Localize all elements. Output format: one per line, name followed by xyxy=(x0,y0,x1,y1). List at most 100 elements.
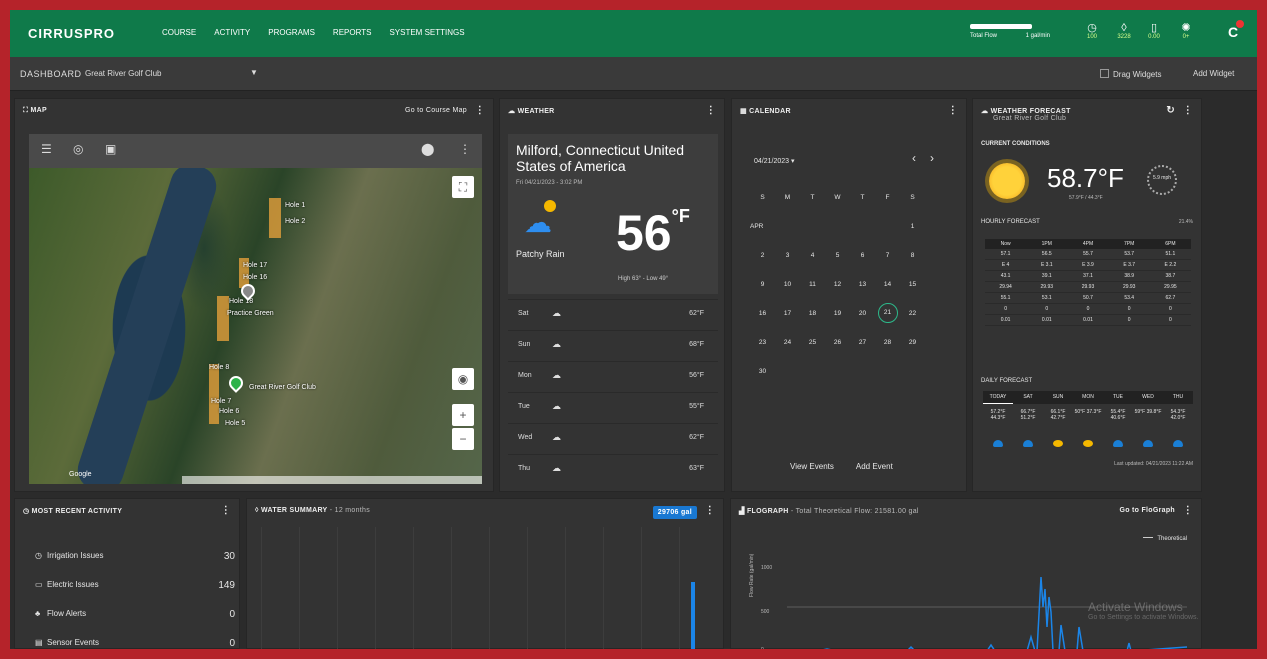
filter-icon[interactable]: ☰ xyxy=(41,142,52,156)
alert-icon[interactable]: C xyxy=(1228,20,1244,40)
next-month-chevron-icon[interactable]: › xyxy=(930,151,948,165)
calendar-day[interactable]: 14 xyxy=(875,270,900,299)
add-widget-button[interactable]: Add Widget xyxy=(1193,69,1234,78)
club-map-pin-icon[interactable] xyxy=(226,373,246,393)
calendar-month-select[interactable]: 04/21/2023 ▾ xyxy=(754,157,795,165)
hourly-cell: 37.1 xyxy=(1083,273,1093,279)
activity-item[interactable]: ▤ Sensor Events 0 xyxy=(35,638,235,649)
calendar-day[interactable]: 23 xyxy=(750,328,775,357)
fullscreen-icon[interactable]: ⛶ xyxy=(452,176,474,198)
daily-tab[interactable]: WED xyxy=(1133,391,1163,404)
calendar-day[interactable]: 27 xyxy=(850,328,875,357)
calendar-day[interactable]: 1 xyxy=(900,212,925,241)
calendar-day[interactable]: 2 xyxy=(750,241,775,270)
layers-icon[interactable]: ◎ xyxy=(73,142,83,156)
calendar-day[interactable]: 10 xyxy=(775,270,800,299)
go-to-course-map-link[interactable]: Go to Course Map xyxy=(405,107,467,114)
calendar-day[interactable]: 24 xyxy=(775,328,800,357)
refresh-icon[interactable]: ↻ xyxy=(1166,105,1175,116)
daily-tab[interactable]: MON xyxy=(1073,391,1103,404)
weather-day-row: Sat ☁ 62°F xyxy=(508,299,718,325)
daily-tab[interactable]: THU xyxy=(1163,391,1193,404)
activity-item[interactable]: ◷ Irrigation Issues 30 xyxy=(35,551,235,562)
nav-item[interactable]: SYSTEM SETTINGS xyxy=(389,28,464,37)
calendar-day[interactable]: 7 xyxy=(875,241,900,270)
daily-tab[interactable]: TODAY xyxy=(983,391,1013,404)
selected-day[interactable]: 21 xyxy=(877,303,898,323)
map-label: Hole 17 xyxy=(243,262,268,269)
status-battery[interactable]: ▯ 0.00 xyxy=(1142,22,1166,40)
weather-menu-icon[interactable]: ⋮ xyxy=(706,105,716,116)
club-selector[interactable]: Great River Golf Club xyxy=(85,69,161,78)
daily-tab[interactable]: SAT xyxy=(1013,391,1043,404)
calendar-day[interactable]: 3 xyxy=(775,241,800,270)
calendar-day[interactable]: 5 xyxy=(825,241,850,270)
chart-legend[interactable]: Theoretical xyxy=(1143,536,1187,542)
calendar-day[interactable]: 4 xyxy=(800,241,825,270)
my-location-icon[interactable]: ◉ xyxy=(452,368,474,390)
calendar-day[interactable]: 22 xyxy=(900,299,925,328)
calendar-day[interactable]: 8 xyxy=(900,241,925,270)
daily-temp: 66.7°F 51.2°F xyxy=(1020,409,1036,421)
calendar-day[interactable]: 6 xyxy=(850,241,875,270)
status-gear[interactable]: ✺ 0+ xyxy=(1174,22,1198,40)
calendar-day[interactable]: 20 xyxy=(850,299,875,328)
location-pin-icon[interactable]: ⬤ xyxy=(421,142,434,156)
weather-day-row: Mon ☁ 56°F xyxy=(508,361,718,387)
activity-item[interactable]: ♣ Flow Alerts 0 xyxy=(35,609,235,620)
expand-icon[interactable]: ⛶ xyxy=(23,107,28,114)
go-to-flograph-link[interactable]: Go to FloGraph xyxy=(1119,507,1175,514)
daily-tab[interactable]: SUN xyxy=(1043,391,1073,404)
flograph-menu-icon[interactable]: ⋮ xyxy=(1183,505,1193,516)
hourly-forecast-table: Now 1PM 4PM 7PM 6PM 57.1 56.5 55.7 53.7 51.1 E 4E … xyxy=(985,239,1191,326)
calendar-menu-icon[interactable]: ⋮ xyxy=(948,105,958,116)
club-dropdown-chevron-icon[interactable]: ▼ xyxy=(250,68,258,77)
map-menu-icon[interactable]: ⋮ xyxy=(475,105,485,116)
view-events-button[interactable]: View Events xyxy=(790,462,834,471)
calendar-day[interactable]: 29 xyxy=(900,328,925,357)
calendar-day[interactable]: 26 xyxy=(825,328,850,357)
activity-menu-icon[interactable]: ⋮ xyxy=(221,505,231,516)
satellite-map[interactable]: Hole 1 Hole 2 Hole 17 Hole 16 Hole 18 Pr… xyxy=(29,168,482,484)
hourly-cell: 0 xyxy=(1086,306,1090,312)
calendar-day[interactable]: 13 xyxy=(850,270,875,299)
prev-month-chevron-icon[interactable]: ‹ xyxy=(912,151,930,165)
calendar-day[interactable]: 28 xyxy=(875,328,900,357)
app-frame: CIRRUSPRO COURSE ACTIVITY PROGRAMS REPORTS S… xyxy=(10,10,1257,649)
status-clock[interactable]: ◷ 100 xyxy=(1080,22,1104,40)
calendar-day[interactable]: 17 xyxy=(775,299,800,328)
forecast-menu-icon[interactable]: ⋮ xyxy=(1183,105,1193,116)
calendar-day[interactable]: 12 xyxy=(825,270,850,299)
activity-label: Electric Issues xyxy=(47,580,99,589)
document-icon[interactable]: ▣ xyxy=(105,142,116,156)
map-title: MAP xyxy=(30,107,47,114)
nav-item[interactable]: ACTIVITY xyxy=(214,28,250,37)
calendar-day[interactable]: 9 xyxy=(750,270,775,299)
activity-item[interactable]: ▭ Electric Issues 149 xyxy=(35,580,235,591)
map-toolbar-menu-icon[interactable]: ⋮ xyxy=(459,142,471,156)
calendar-day[interactable]: 19 xyxy=(825,299,850,328)
rain-icon xyxy=(993,440,1003,447)
calendar-day[interactable]: 18 xyxy=(800,299,825,328)
clock-icon: ◷ xyxy=(1087,22,1097,34)
day-name: Sun xyxy=(518,341,531,348)
calendar-day[interactable]: 30 xyxy=(750,357,775,386)
daily-forecast-tabs: TODAY SAT SUN MON TUE WED THU xyxy=(983,391,1193,404)
weather-icon: ☁ xyxy=(552,463,561,473)
nav-item[interactable]: PROGRAMS xyxy=(268,28,315,37)
calendar-day[interactable]: 25 xyxy=(800,328,825,357)
drag-widgets-toggle[interactable]: Drag Widgets xyxy=(1100,69,1161,79)
nav-item[interactable]: COURSE xyxy=(162,28,196,37)
status-drop[interactable]: ◊ 3228 xyxy=(1112,22,1136,40)
calendar-day[interactable]: 11 xyxy=(800,270,825,299)
zoom-out-button[interactable]: − xyxy=(452,428,474,450)
calendar-day[interactable]: 15 xyxy=(900,270,925,299)
zoom-in-button[interactable]: + xyxy=(452,404,474,426)
app-logo[interactable]: CIRRUSPRO xyxy=(28,26,115,41)
dashboard-subbar: DASHBOARD Great River Golf Club ▼ Drag W… xyxy=(10,57,1257,91)
nav-item[interactable]: REPORTS xyxy=(333,28,372,37)
water-menu-icon[interactable]: ⋮ xyxy=(705,505,715,516)
daily-tab[interactable]: TUE xyxy=(1103,391,1133,404)
add-event-button[interactable]: Add Event xyxy=(856,462,893,471)
calendar-day[interactable]: 16 xyxy=(750,299,775,328)
